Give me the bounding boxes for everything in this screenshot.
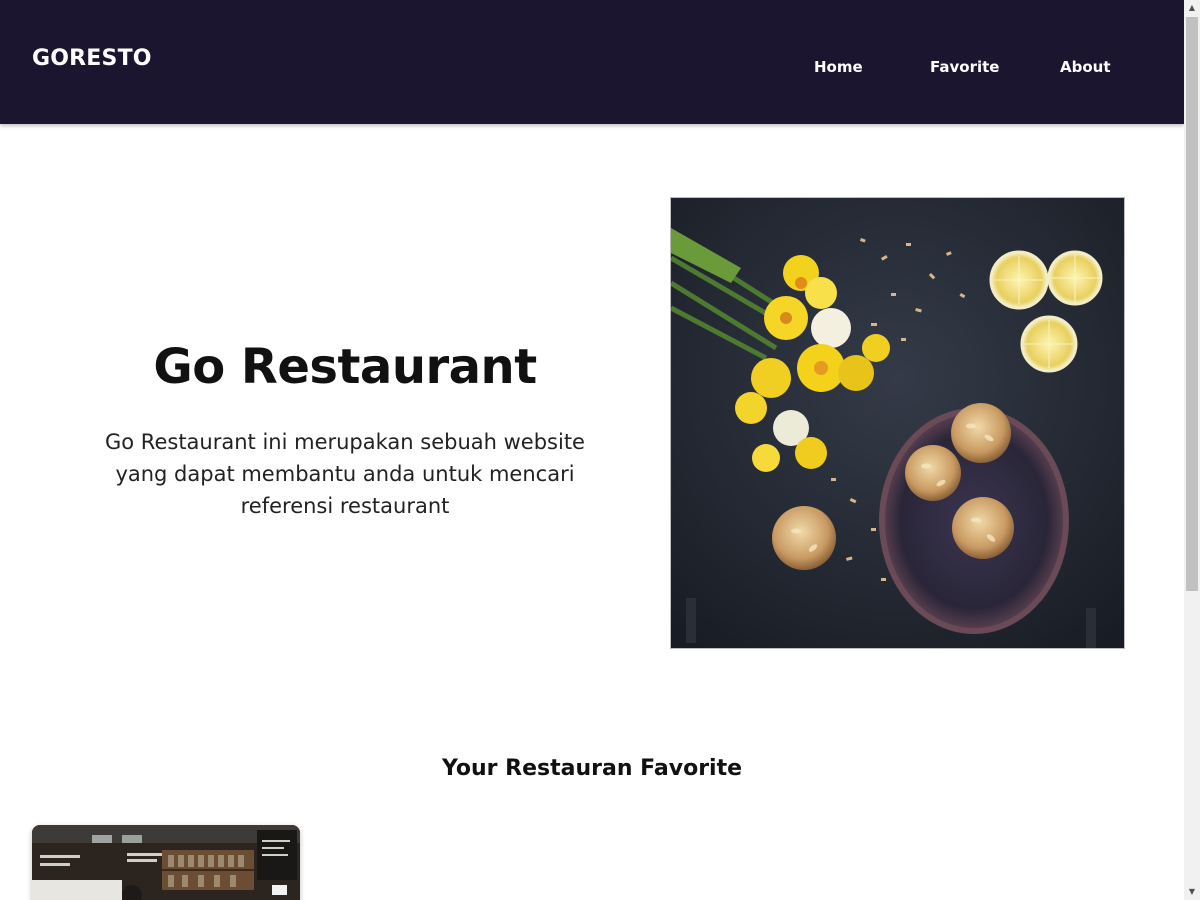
page: GORESTO Home Favorite About Go Restauran… — [0, 0, 1184, 900]
scroll-up-arrow-icon[interactable]: ▲ — [1184, 0, 1200, 16]
page-scrollbar[interactable]: ▲ ▼ — [1184, 0, 1200, 900]
scroll-down-arrow-icon[interactable]: ▼ — [1184, 884, 1200, 900]
main-nav: Home Favorite About — [0, 58, 1184, 78]
hero-image — [670, 197, 1125, 649]
hero-description: Go Restaurant ini merupakan sebuah websi… — [105, 430, 585, 518]
favorites-title: Your Restauran Favorite — [441, 756, 743, 781]
hero-title: Go Restaurant — [153, 339, 537, 395]
nav-about-link[interactable]: About — [1060, 58, 1111, 76]
scroll-thumb[interactable] — [1186, 17, 1198, 591]
restaurant-card[interactable] — [32, 825, 300, 900]
nav-home-link[interactable]: Home — [814, 58, 863, 76]
food-photo-illustration — [671, 198, 1124, 648]
top-navbar: GORESTO Home Favorite About — [0, 0, 1184, 124]
nav-favorite-link[interactable]: Favorite — [930, 58, 999, 76]
restaurant-card-image — [32, 825, 300, 900]
hero-text: Go Restaurant Go Restaurant ini merupaka… — [40, 330, 650, 522]
